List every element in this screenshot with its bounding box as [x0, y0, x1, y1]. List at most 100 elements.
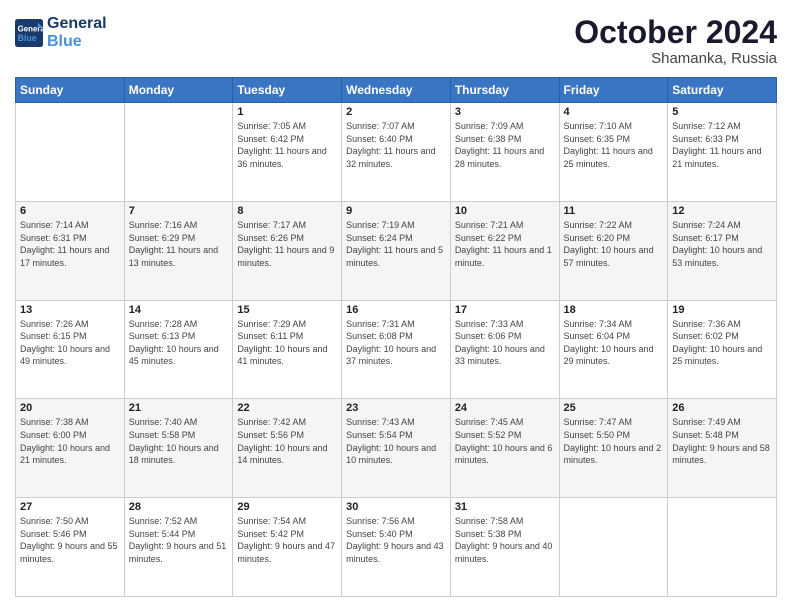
- day-info: Sunrise: 7:14 AM Sunset: 6:31 PM Dayligh…: [20, 219, 120, 269]
- header: General Blue General Blue October 2024 S…: [15, 15, 777, 67]
- weekday-header: Sunday: [16, 78, 125, 103]
- calendar-cell: 1 Sunrise: 7:05 AM Sunset: 6:42 PM Daylig…: [233, 103, 342, 202]
- day-info: Sunrise: 7:45 AM Sunset: 5:52 PM Dayligh…: [455, 416, 555, 466]
- weekday-header: Monday: [124, 78, 233, 103]
- calendar-cell: 8Sunrise: 7:17 AM Sunset: 6:26 PM Daylig…: [233, 201, 342, 300]
- weekday-header: Wednesday: [342, 78, 451, 103]
- day-number: 7: [129, 205, 229, 217]
- calendar-cell: 5Sunrise: 7:12 AM Sunset: 6:33 PM Daylig…: [668, 103, 777, 202]
- day-info: Sunrise: 7:31 AM Sunset: 6:08 PM Dayligh…: [346, 318, 446, 368]
- day-number: 20: [20, 402, 120, 414]
- day-info: Sunrise: 7:58 AM Sunset: 5:38 PM Dayligh…: [455, 515, 555, 565]
- location: Shamanka, Russia: [574, 50, 777, 67]
- day-number: 30: [346, 501, 446, 513]
- calendar-cell: [668, 498, 777, 597]
- day-info: Sunrise: 7:09 AM Sunset: 6:38 PM Dayligh…: [455, 120, 555, 170]
- calendar-cell: 26Sunrise: 7:49 AM Sunset: 5:48 PM Dayli…: [668, 399, 777, 498]
- calendar-cell: 25 Sunrise: 7:47 AM Sunset: 5:50 PM Dayli…: [559, 399, 668, 498]
- page: General Blue General Blue October 2024 S…: [0, 0, 792, 612]
- day-number: 12: [672, 205, 772, 217]
- logo-icon: General Blue: [15, 19, 43, 47]
- calendar-cell: 17 Sunrise: 7:33 AM Sunset: 6:06 PM Dayli…: [450, 300, 559, 399]
- day-number: 16: [346, 304, 446, 316]
- day-number: 25: [564, 402, 664, 414]
- calendar-cell: 4 Sunrise: 7:10 AM Sunset: 6:35 PM Daylig…: [559, 103, 668, 202]
- day-number: 4: [564, 106, 664, 118]
- day-info: Sunrise: 7:17 AM Sunset: 6:26 PM Dayligh…: [237, 219, 337, 269]
- svg-text:Blue: Blue: [18, 32, 37, 42]
- day-number: 17: [455, 304, 555, 316]
- calendar-cell: 31 Sunrise: 7:58 AM Sunset: 5:38 PM Dayli…: [450, 498, 559, 597]
- day-number: 31: [455, 501, 555, 513]
- calendar-cell: 2 Sunrise: 7:07 AM Sunset: 6:40 PM Daylig…: [342, 103, 451, 202]
- weekday-header: Friday: [559, 78, 668, 103]
- day-info: Sunrise: 7:19 AM Sunset: 6:24 PM Dayligh…: [346, 219, 446, 269]
- calendar-cell: 12 Sunrise: 7:24 AM Sunset: 6:17 PM Dayli…: [668, 201, 777, 300]
- day-number: 1: [237, 106, 337, 118]
- logo-text: General Blue: [47, 15, 107, 50]
- calendar-cell: 29 Sunrise: 7:54 AM Sunset: 5:42 PM Dayli…: [233, 498, 342, 597]
- calendar-cell: 11Sunrise: 7:22 AM Sunset: 6:20 PM Dayli…: [559, 201, 668, 300]
- calendar-cell: 10Sunrise: 7:21 AM Sunset: 6:22 PM Dayli…: [450, 201, 559, 300]
- day-info: Sunrise: 7:26 AM Sunset: 6:15 PM Dayligh…: [20, 318, 120, 368]
- day-info: Sunrise: 7:10 AM Sunset: 6:35 PM Dayligh…: [564, 120, 664, 170]
- day-info: Sunrise: 7:07 AM Sunset: 6:40 PM Dayligh…: [346, 120, 446, 170]
- day-info: Sunrise: 7:43 AM Sunset: 5:54 PM Dayligh…: [346, 416, 446, 466]
- calendar-week-row: 27 Sunrise: 7:50 AM Sunset: 5:46 PM Dayli…: [16, 498, 777, 597]
- day-number: 18: [564, 304, 664, 316]
- day-number: 22: [237, 402, 337, 414]
- day-info: Sunrise: 7:12 AM Sunset: 6:33 PM Dayligh…: [672, 120, 772, 170]
- day-number: 29: [237, 501, 337, 513]
- day-info: Sunrise: 7:47 AM Sunset: 5:50 PM Dayligh…: [564, 416, 664, 466]
- day-info: Sunrise: 7:56 AM Sunset: 5:40 PM Dayligh…: [346, 515, 446, 565]
- calendar-cell: 7 Sunrise: 7:16 AM Sunset: 6:29 PM Daylig…: [124, 201, 233, 300]
- day-number: 6: [20, 205, 120, 217]
- calendar-cell: [559, 498, 668, 597]
- day-number: 10: [455, 205, 555, 217]
- calendar-cell: 28 Sunrise: 7:52 AM Sunset: 5:44 PM Dayli…: [124, 498, 233, 597]
- day-number: 27: [20, 501, 120, 513]
- day-number: 3: [455, 106, 555, 118]
- day-info: Sunrise: 7:05 AM Sunset: 6:42 PM Dayligh…: [237, 120, 337, 170]
- weekday-header-row: SundayMondayTuesdayWednesdayThursdayFrid…: [16, 78, 777, 103]
- calendar-cell: 13Sunrise: 7:26 AM Sunset: 6:15 PM Dayli…: [16, 300, 125, 399]
- day-info: Sunrise: 7:29 AM Sunset: 6:11 PM Dayligh…: [237, 318, 337, 368]
- calendar-cell: 3 Sunrise: 7:09 AM Sunset: 6:38 PM Daylig…: [450, 103, 559, 202]
- day-info: Sunrise: 7:24 AM Sunset: 6:17 PM Dayligh…: [672, 219, 772, 269]
- day-info: Sunrise: 7:22 AM Sunset: 6:20 PM Dayligh…: [564, 219, 664, 269]
- day-number: 14: [129, 304, 229, 316]
- calendar-cell: 23 Sunrise: 7:43 AM Sunset: 5:54 PM Dayli…: [342, 399, 451, 498]
- day-info: Sunrise: 7:50 AM Sunset: 5:46 PM Dayligh…: [20, 515, 120, 565]
- calendar-cell: 6 Sunrise: 7:14 AM Sunset: 6:31 PM Daylig…: [16, 201, 125, 300]
- day-info: Sunrise: 7:52 AM Sunset: 5:44 PM Dayligh…: [129, 515, 229, 565]
- calendar-week-row: 1 Sunrise: 7:05 AM Sunset: 6:42 PM Daylig…: [16, 103, 777, 202]
- day-info: Sunrise: 7:54 AM Sunset: 5:42 PM Dayligh…: [237, 515, 337, 565]
- day-info: Sunrise: 7:34 AM Sunset: 6:04 PM Dayligh…: [564, 318, 664, 368]
- day-info: Sunrise: 7:36 AM Sunset: 6:02 PM Dayligh…: [672, 318, 772, 368]
- calendar-cell: 18 Sunrise: 7:34 AM Sunset: 6:04 PM Dayli…: [559, 300, 668, 399]
- day-number: 15: [237, 304, 337, 316]
- calendar-week-row: 20Sunrise: 7:38 AM Sunset: 6:00 PM Dayli…: [16, 399, 777, 498]
- title-block: October 2024 Shamanka, Russia: [574, 15, 777, 67]
- calendar-cell: 9Sunrise: 7:19 AM Sunset: 6:24 PM Daylig…: [342, 201, 451, 300]
- calendar-cell: 22Sunrise: 7:42 AM Sunset: 5:56 PM Dayli…: [233, 399, 342, 498]
- day-number: 24: [455, 402, 555, 414]
- calendar-cell: 27 Sunrise: 7:50 AM Sunset: 5:46 PM Dayli…: [16, 498, 125, 597]
- day-number: 21: [129, 402, 229, 414]
- day-info: Sunrise: 7:40 AM Sunset: 5:58 PM Dayligh…: [129, 416, 229, 466]
- day-info: Sunrise: 7:16 AM Sunset: 6:29 PM Dayligh…: [129, 219, 229, 269]
- calendar-cell: [124, 103, 233, 202]
- calendar-table: SundayMondayTuesdayWednesdayThursdayFrid…: [15, 77, 777, 597]
- logo: General Blue General Blue: [15, 15, 107, 50]
- calendar-cell: [16, 103, 125, 202]
- day-number: 28: [129, 501, 229, 513]
- calendar-cell: 19 Sunrise: 7:36 AM Sunset: 6:02 PM Dayli…: [668, 300, 777, 399]
- day-info: Sunrise: 7:49 AM Sunset: 5:48 PM Dayligh…: [672, 416, 772, 466]
- day-number: 23: [346, 402, 446, 414]
- weekday-header: Tuesday: [233, 78, 342, 103]
- calendar-cell: 16 Sunrise: 7:31 AM Sunset: 6:08 PM Dayli…: [342, 300, 451, 399]
- day-info: Sunrise: 7:33 AM Sunset: 6:06 PM Dayligh…: [455, 318, 555, 368]
- day-number: 2: [346, 106, 446, 118]
- day-number: 19: [672, 304, 772, 316]
- calendar-cell: 30 Sunrise: 7:56 AM Sunset: 5:40 PM Dayli…: [342, 498, 451, 597]
